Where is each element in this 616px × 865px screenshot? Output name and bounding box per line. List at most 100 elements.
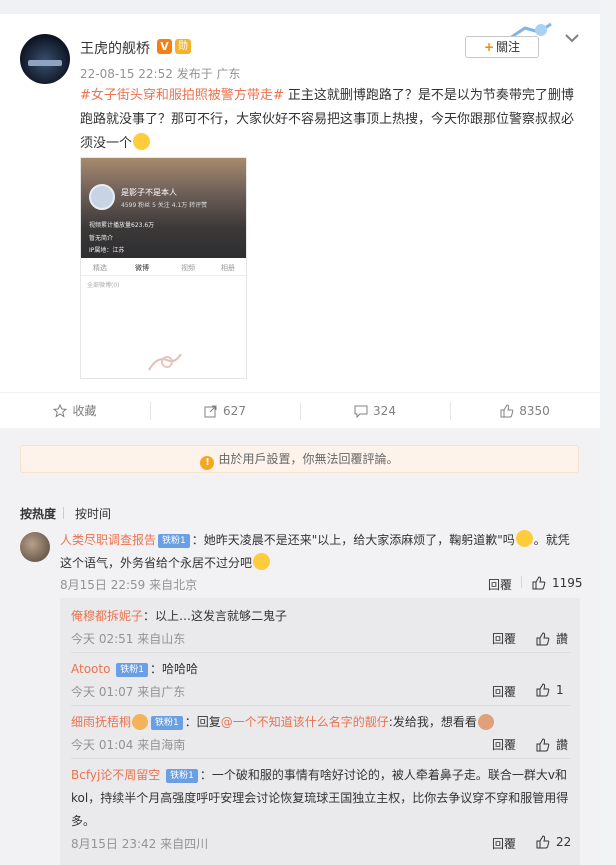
divider — [71, 758, 571, 759]
reply-like-count: 讚 — [556, 738, 569, 752]
collect-label: 收藏 — [72, 404, 97, 418]
reply-user[interactable]: 细雨抚梧桐 — [71, 715, 131, 729]
reply-text: Bcfyj论不周留空 铁粉1 ：一个破和服的事情有啥好讨论的，被人牵着鼻子走。联合… — [71, 764, 571, 833]
follow-label: 關注 — [496, 40, 521, 54]
comment-body: ：她昨天凌晨不是还来"以上，给大家添麻烦了，鞠躬道歉"吗 — [191, 533, 515, 547]
comment-count: 324 — [373, 404, 396, 418]
profile-line: 视频累计播放量623.6万 — [89, 222, 155, 229]
reply-item: 俺穆都拆妮子：以上…这发言就够二鬼子 — [71, 605, 571, 628]
reply-like-button[interactable]: 讚 — [536, 630, 568, 647]
reply-like-button[interactable]: 22 — [536, 835, 571, 849]
emoji-icon — [253, 553, 271, 570]
reply-button[interactable]: 回覆 — [492, 736, 516, 753]
reply-user[interactable]: 俺穆都拆妮子 — [71, 609, 143, 623]
comment-icon — [354, 405, 368, 419]
repost-button[interactable]: 627 — [150, 393, 300, 429]
profile-line: 暂无简介 — [89, 235, 114, 242]
medal-icon — [132, 714, 149, 730]
repost-count: 627 — [223, 404, 246, 418]
comment-like-button[interactable]: 1195 — [532, 576, 583, 590]
scrollbar-track[interactable] — [600, 0, 616, 865]
profile-tab: 相册 — [221, 264, 235, 272]
emoji-icon — [515, 530, 533, 547]
reply-meta: 今天 01:07 来自广东 — [71, 685, 186, 699]
fan-badge: 铁粉1 — [166, 769, 198, 783]
profile-tab: 精选 — [93, 264, 107, 272]
reply-button[interactable]: 回覆 — [492, 835, 516, 852]
profile-tab: 视频 — [181, 264, 195, 272]
author-avatar[interactable] — [20, 34, 70, 84]
like-count: 8350 — [519, 404, 550, 418]
chevron-down-icon[interactable] — [565, 33, 579, 43]
reply-meta: 今天 01:04 来自海南 — [71, 738, 186, 752]
thumbs-up-icon — [532, 576, 546, 590]
reply-text: 俺穆都拆妮子：以上…这发言就够二鬼子 — [71, 605, 571, 628]
post-meta: 22-08-15 22:52 发布于 广东 — [80, 65, 241, 82]
emoji-icon — [133, 133, 151, 150]
empty-state-icon — [148, 353, 182, 371]
hashtag-link[interactable]: #女子街头穿和服拍照被警方带走# — [80, 88, 284, 103]
like-button[interactable]: 8350 — [450, 393, 600, 429]
thumbs-up-icon — [536, 683, 550, 697]
comment-button[interactable]: 324 — [300, 393, 450, 429]
reply-text: Atooto 铁粉1 ：哈哈哈 — [71, 658, 571, 681]
reply-user[interactable]: Bcfyj论不周留空 — [71, 768, 160, 782]
reply-body: ：哈哈哈 — [150, 662, 199, 676]
notice-text: 由於用戶設置，你無法回覆評論。 — [218, 452, 399, 466]
follow-button[interactable]: + 關注 — [465, 36, 539, 58]
profile-tabs: 精选 微博 视频 相册 — [81, 258, 246, 276]
action-bar: 收藏 627 324 8350 — [0, 392, 600, 428]
mention-link[interactable]: @一个不知道该什么名字的靓仔 — [221, 715, 389, 729]
reply-like-count: 1 — [556, 683, 564, 697]
comment-meta: 8月15日 22:59 来自北京 — [60, 578, 198, 592]
medal-icon: 勋 — [175, 39, 191, 54]
thumbs-up-icon — [500, 404, 514, 418]
post-location: 发布于 广东 — [176, 67, 241, 81]
reply-button[interactable]: 回覆 — [488, 576, 512, 593]
reply-item: Bcfyj论不周留空 铁粉1 ：一个破和服的事情有啥好讨论的，被人牵着鼻子走。联合… — [71, 764, 571, 833]
comment-like-count: 1195 — [552, 576, 583, 590]
commenter-avatar[interactable] — [20, 532, 50, 562]
divider — [71, 652, 571, 653]
divider — [71, 705, 571, 706]
fan-badge: 铁粉1 — [116, 663, 148, 677]
profile-avatar — [89, 184, 115, 210]
reply-item: Atooto 铁粉1 ：哈哈哈 — [71, 658, 571, 681]
comment-text: 人类尽职调查报告 铁粉1 ：她昨天凌晨不是还来"以上，给大家添麻烦了，鞠躬道歉"吗。… — [60, 529, 580, 575]
reply-button[interactable]: 回覆 — [492, 630, 516, 647]
post-image[interactable]: 是影子不是本人 4599 粉丝 5 关注 4.1万 转评赞 视频累计播放量623… — [80, 157, 247, 379]
sort-by-hot-tab[interactable]: 按热度 — [20, 505, 56, 522]
reply-body: ：以上…这发言就够二鬼子 — [143, 609, 288, 623]
reply-item: 细雨抚梧桐 铁粉1 ：回复@一个不知道该什么名字的靓仔:发给我，想看看 — [71, 711, 571, 734]
profile-stats: 4599 粉丝 5 关注 4.1万 转评赞 — [121, 202, 208, 209]
profile-name: 是影子不是本人 — [121, 188, 177, 197]
repost-icon — [204, 405, 217, 418]
thumbs-up-icon — [536, 835, 550, 849]
divider — [521, 576, 522, 588]
emoji-icon — [477, 714, 494, 730]
verified-icon: V — [157, 39, 172, 54]
thumbs-up-icon — [536, 632, 550, 646]
fan-badge: 铁粉1 — [158, 534, 190, 548]
profile-line: IP属地：江苏 — [89, 247, 125, 254]
fan-badge: 铁粉1 — [151, 716, 183, 730]
reply-like-button[interactable]: 讚 — [536, 736, 568, 753]
star-icon — [53, 403, 68, 418]
author-name[interactable]: 王虎的舰桥 — [80, 38, 150, 58]
reply-meta: 8月15日 23:42 来自四川 — [71, 837, 209, 851]
warning-icon: ! — [200, 456, 215, 470]
reply-user[interactable]: Atooto — [71, 662, 110, 676]
profile-subtext: 全部微博(0) — [87, 282, 120, 289]
reply-button[interactable]: 回覆 — [492, 683, 516, 700]
reply-body: :发给我，想看看 — [388, 715, 477, 729]
post-timestamp[interactable]: 22-08-15 22:52 — [80, 67, 173, 81]
reply-like-count: 22 — [556, 835, 572, 849]
reply-body: ：回复 — [184, 715, 221, 729]
commenter-name[interactable]: 人类尽职调查报告 — [60, 533, 156, 547]
post-content: #女子街头穿和服拍照被警方带走# 正主这就删博跑路了？是不是以为节奏带完了删博跑… — [80, 84, 585, 156]
reply-like-button[interactable]: 1 — [536, 683, 564, 697]
profile-tab: 微博 — [135, 264, 149, 272]
sort-by-time-tab[interactable]: 按时间 — [75, 505, 111, 522]
collect-button[interactable]: 收藏 — [0, 393, 150, 429]
reply-like-count: 讚 — [556, 632, 569, 646]
